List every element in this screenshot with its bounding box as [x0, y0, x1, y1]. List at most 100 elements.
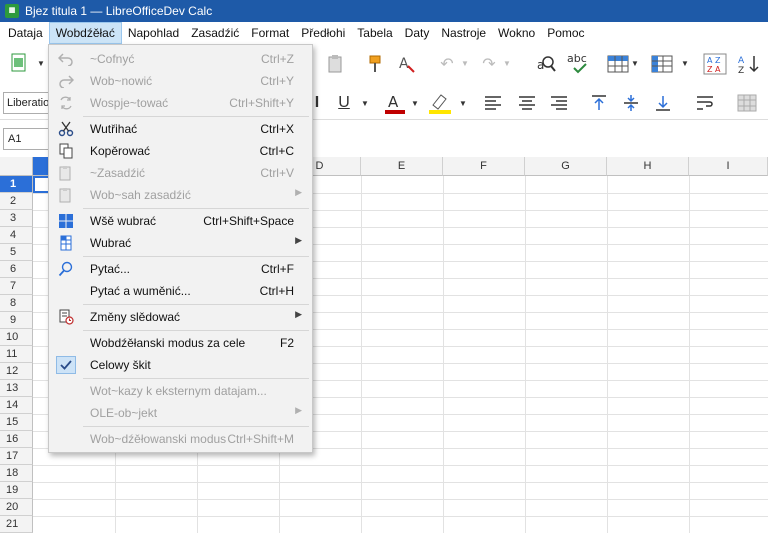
menu-item-find-replace[interactable]: Pytać a wuměnić... Ctrl+H	[51, 280, 310, 302]
menu-file[interactable]: Dataja	[2, 22, 49, 44]
menu-item-edit-mode-toggle[interactable]: Wob~dźěłowanski modus Ctrl+Shift+M	[51, 428, 310, 450]
column-header-f[interactable]: F	[443, 157, 525, 176]
column-dropdown-icon[interactable]: ▼	[680, 56, 690, 70]
undo-dropdown-icon[interactable]: ▼	[460, 56, 470, 70]
svg-text:A Z: A Z	[707, 56, 721, 65]
redo-icon	[57, 73, 75, 89]
row-header[interactable]: 4	[0, 227, 33, 244]
center-vertically-icon[interactable]	[620, 92, 642, 114]
underline-icon[interactable]: U	[334, 92, 354, 114]
menu-item-undo[interactable]: ~Cofnyć Ctrl+Z	[51, 48, 310, 70]
row-header[interactable]: 10	[0, 329, 33, 346]
title-bar: ▦ Bjez titula 1 — LibreOfficeDev Calc	[0, 0, 768, 22]
menu-window[interactable]: Wokno	[492, 22, 541, 44]
align-left-icon[interactable]	[482, 92, 504, 114]
scissors-icon	[57, 121, 75, 137]
merge-cells-icon[interactable]	[736, 92, 758, 114]
underline-dropdown-icon[interactable]: ▼	[360, 96, 370, 110]
menu-data[interactable]: Daty	[399, 22, 436, 44]
dropdown-arrow-icon[interactable]: ▼	[36, 56, 46, 70]
column-header-i[interactable]: I	[689, 157, 768, 176]
row-header[interactable]: 20	[0, 499, 33, 516]
highlight-color-icon[interactable]	[426, 90, 454, 116]
undo-icon[interactable]: ↶	[436, 54, 458, 74]
find-replace-icon[interactable]: a	[534, 52, 558, 76]
menu-item-select-all[interactable]: Wšě wubrać Ctrl+Shift+Space	[51, 210, 310, 232]
new-spreadsheet-icon[interactable]	[8, 52, 30, 74]
menu-item-links[interactable]: Wot~kazy k eksternym datajam...	[51, 380, 310, 402]
svg-text:abc: abc	[567, 52, 587, 65]
menu-styles[interactable]: Předłohi	[295, 22, 351, 44]
font-color-icon[interactable]: A	[382, 90, 408, 116]
select-all-corner[interactable]	[0, 157, 33, 176]
row-header[interactable]: 13	[0, 380, 33, 397]
align-center-icon[interactable]	[516, 92, 538, 114]
align-bottom-icon[interactable]	[652, 92, 674, 114]
name-box[interactable]: A1	[3, 128, 49, 150]
row-header[interactable]: 18	[0, 465, 33, 482]
sort-ascending-icon[interactable]: AZ	[736, 52, 762, 76]
align-top-icon[interactable]	[588, 92, 610, 114]
wrap-text-icon[interactable]	[694, 92, 716, 114]
copy-icon	[57, 143, 75, 159]
row-dropdown-icon[interactable]: ▼	[630, 56, 640, 70]
row-header[interactable]: 16	[0, 431, 33, 448]
row-header[interactable]: 14	[0, 397, 33, 414]
menu-item-edit-mode[interactable]: Wobdźěłanski modus za cele F2	[51, 332, 310, 354]
menu-format[interactable]: Format	[245, 22, 295, 44]
column-header-e[interactable]: E	[361, 157, 443, 176]
menu-item-paste-special[interactable]: Wob~sah zasadźić ▶	[51, 184, 310, 206]
menu-item-track-changes[interactable]: Změny slědować ▶	[51, 306, 310, 328]
row-header[interactable]: 11	[0, 346, 33, 363]
menu-item-redo[interactable]: Wob~nowić Ctrl+Y	[51, 70, 310, 92]
row-header[interactable]: 5	[0, 244, 33, 261]
menu-insert[interactable]: Zasadźić	[185, 22, 245, 44]
column-header-h[interactable]: H	[607, 157, 689, 176]
menu-item-ole-object[interactable]: OLE-ob~jekt ▶	[51, 402, 310, 424]
menu-item-repeat[interactable]: Wospje~tować Ctrl+Shift+Y	[51, 92, 310, 114]
spelling-icon[interactable]: abc	[566, 50, 592, 76]
row-header[interactable]: 7	[0, 278, 33, 295]
menu-sheet[interactable]: Tabela	[351, 22, 398, 44]
paste-icon[interactable]	[324, 52, 346, 76]
row-header[interactable]: 17	[0, 448, 33, 465]
row-header[interactable]: 8	[0, 295, 33, 312]
menu-item-whole-sheet[interactable]: Celowy škit	[51, 354, 310, 376]
menu-help[interactable]: Pomoc	[541, 22, 590, 44]
highlight-dropdown-icon[interactable]: ▼	[458, 96, 468, 110]
row-header[interactable]: 2	[0, 193, 33, 210]
row-header[interactable]: 3	[0, 210, 33, 227]
column-header-g[interactable]: G	[525, 157, 607, 176]
menu-item-copy[interactable]: Kopěrować Ctrl+C	[51, 140, 310, 162]
svg-text:A: A	[399, 56, 409, 72]
svg-text:A: A	[388, 93, 399, 111]
svg-text:A: A	[738, 56, 745, 66]
menu-tools[interactable]: Nastroje	[435, 22, 492, 44]
menu-item-cut[interactable]: Wutřihać Ctrl+X	[51, 118, 310, 140]
menu-view[interactable]: Napohlad	[122, 22, 185, 44]
row-header[interactable]: 9	[0, 312, 33, 329]
submenu-arrow-icon: ▶	[295, 235, 302, 245]
row-icon[interactable]	[606, 52, 630, 76]
clone-formatting-icon[interactable]	[364, 52, 386, 76]
italic-partial-icon[interactable]: I	[314, 92, 320, 114]
font-name-box[interactable]: Liberatio	[3, 92, 51, 114]
row-header[interactable]: 12	[0, 363, 33, 380]
row-header[interactable]: 6	[0, 261, 33, 278]
font-color-dropdown-icon[interactable]: ▼	[410, 96, 420, 110]
column-icon[interactable]	[650, 52, 674, 76]
align-right-icon[interactable]	[548, 92, 570, 114]
row-header[interactable]: 21	[0, 516, 33, 533]
row-header[interactable]: 15	[0, 414, 33, 431]
menu-edit[interactable]: Wobdźěłać	[48, 22, 122, 44]
sort-icon[interactable]: A ZZ A	[702, 52, 728, 76]
menu-item-find[interactable]: Pytać... Ctrl+F	[51, 258, 310, 280]
row-header[interactable]: 1	[0, 176, 33, 193]
menu-item-select[interactable]: Wubrać ▶	[51, 232, 310, 254]
redo-icon[interactable]: ↷	[478, 54, 500, 74]
row-header[interactable]: 19	[0, 482, 33, 499]
search-icon	[57, 261, 75, 277]
redo-dropdown-icon[interactable]: ▼	[502, 56, 512, 70]
clear-formatting-icon[interactable]: A	[396, 52, 418, 76]
menu-item-paste[interactable]: ~Zasadźić Ctrl+V	[51, 162, 310, 184]
